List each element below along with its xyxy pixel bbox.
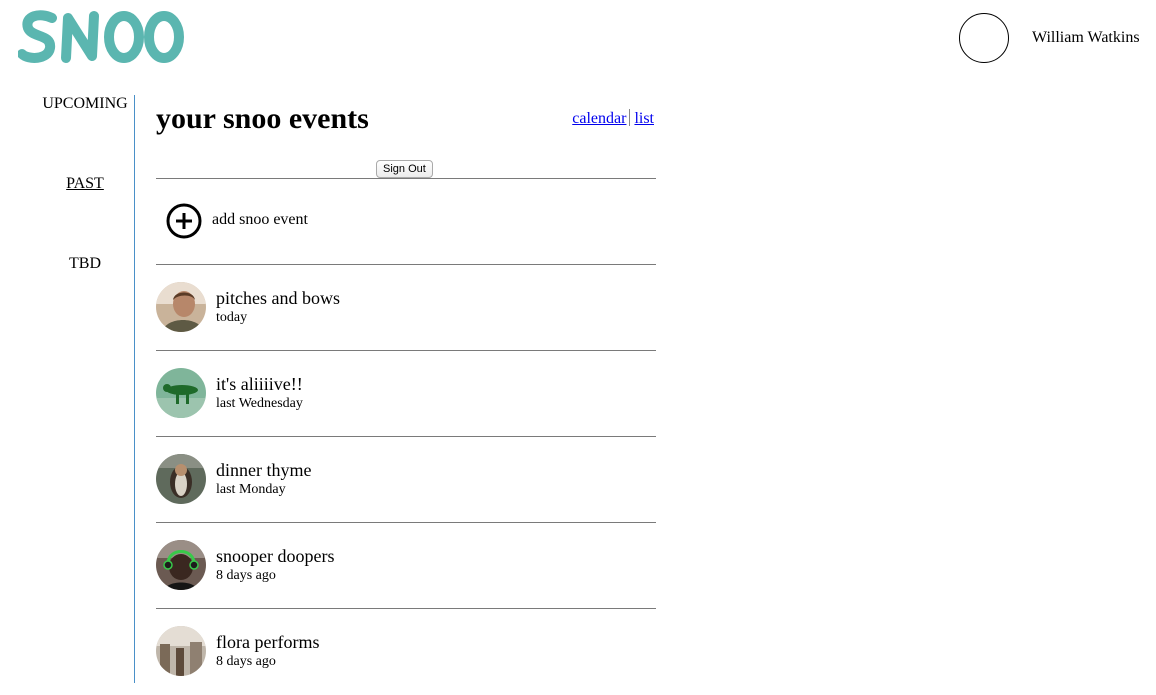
headphones-person-photo-icon <box>156 540 206 590</box>
event-row[interactable]: snooper doopers 8 days ago <box>156 523 656 609</box>
event-row[interactable]: dinner thyme last Monday <box>156 437 656 523</box>
event-date: today <box>216 310 248 325</box>
user-name[interactable]: William Watkins <box>1032 29 1140 47</box>
sign-out-button[interactable]: Sign Out <box>376 160 433 178</box>
event-title: flora performs <box>216 632 320 652</box>
event-title: snooper doopers <box>216 546 335 566</box>
event-title: pitches and bows <box>216 288 340 308</box>
list-view-link[interactable]: list <box>634 110 654 127</box>
page-title: your snoo events <box>156 102 369 135</box>
green-figure-photo-icon <box>156 368 206 418</box>
event-date: last Wednesday <box>216 396 303 411</box>
sidebar-item-past[interactable]: PAST <box>0 175 170 193</box>
event-row[interactable]: pitches and bows today <box>156 265 656 351</box>
event-date: last Monday <box>216 482 286 497</box>
person-photo-icon <box>156 282 206 332</box>
event-row[interactable]: flora performs 8 days ago <box>156 609 656 695</box>
dog-photo-icon <box>156 454 206 504</box>
stage-photo-icon <box>156 626 206 676</box>
event-title: it's aliiiive!! <box>216 374 303 394</box>
view-link-divider <box>629 109 631 126</box>
calendar-view-link[interactable]: calendar <box>572 110 626 127</box>
event-date: 8 days ago <box>216 568 276 583</box>
event-date: 8 days ago <box>216 654 276 669</box>
plus-circle-icon[interactable] <box>166 203 202 239</box>
add-event-button[interactable]: add snoo event <box>156 179 656 265</box>
event-row[interactable]: it's aliiiive!! last Wednesday <box>156 351 656 437</box>
sidebar-item-upcoming[interactable]: UPCOMING <box>0 95 170 113</box>
user-avatar[interactable] <box>959 13 1009 63</box>
event-title: dinner thyme <box>216 460 312 480</box>
sidebar-item-tbd[interactable]: TBD <box>0 255 170 273</box>
view-toggle: calendar list <box>572 109 654 128</box>
snoo-logo[interactable] <box>18 6 188 66</box>
add-event-label: add snoo event <box>212 211 308 228</box>
